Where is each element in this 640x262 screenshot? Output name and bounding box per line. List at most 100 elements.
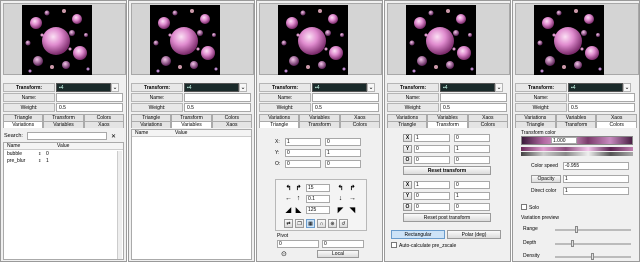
affine-label-y[interactable]: Y <box>403 145 412 153</box>
pivot-y[interactable]: 0 <box>322 240 364 248</box>
rotate-left-alt-icon[interactable]: ↰ <box>336 183 345 192</box>
transform-select[interactable]: ▪ 4 <box>184 83 239 92</box>
tab-colors[interactable]: Colors <box>83 114 124 121</box>
tab-variables[interactable]: Variables <box>299 114 340 121</box>
tab-triangle[interactable]: Triangle <box>515 121 556 128</box>
transform-color-swatch[interactable] <box>521 136 633 145</box>
tab-xaos[interactable]: Xaos <box>211 121 252 128</box>
tab-triangle[interactable]: Triangle <box>131 114 172 121</box>
name-field[interactable] <box>440 93 507 102</box>
affine-label-o[interactable]: O <box>403 156 412 164</box>
coord-y-a[interactable]: 0 <box>285 149 321 157</box>
rotate-left-icon[interactable]: ↰ <box>284 183 293 192</box>
post-o-b[interactable]: 0 <box>454 203 490 211</box>
post-x-a[interactable]: 1 <box>414 181 450 189</box>
magnet-icon[interactable]: ∩ <box>317 219 326 228</box>
tab-xaos[interactable]: Xaos <box>339 114 380 121</box>
tab-variables[interactable]: Variables <box>427 114 468 121</box>
weight-field[interactable]: 0.5 <box>568 103 635 112</box>
depth-slider-knob[interactable] <box>571 240 574 247</box>
direct-color-field[interactable]: 1 <box>563 187 629 195</box>
chevron-down-icon[interactable]: ⌄ <box>239 83 247 92</box>
tab-variables[interactable]: Variables <box>171 121 212 128</box>
auto-calc-checkbox[interactable] <box>391 242 397 248</box>
tab-variations[interactable]: Variations <box>387 114 428 121</box>
affine-y-a[interactable]: 0 <box>414 145 450 153</box>
flip-icon[interactable]: ⇄ <box>284 219 293 228</box>
tab-xaos[interactable]: Xaos <box>467 114 508 121</box>
column-header-name[interactable]: Name <box>4 143 54 149</box>
post-label-y[interactable]: Y <box>403 192 412 200</box>
tab-triangle[interactable]: Triangle <box>3 114 44 121</box>
post-o-a[interactable]: 0 <box>414 203 450 211</box>
column-header-value[interactable]: Value <box>172 130 232 136</box>
affine-y-b[interactable]: 1 <box>454 145 490 153</box>
weight-field[interactable]: 0.5 <box>312 103 379 112</box>
transform-select[interactable]: ▪ 4 <box>312 83 367 92</box>
post-label-x[interactable]: X <box>403 181 412 189</box>
tab-variables[interactable]: Variables <box>555 114 597 121</box>
chevron-down-icon[interactable]: ⌄ <box>495 83 503 92</box>
scale-down-icon[interactable]: ◢ <box>284 205 293 214</box>
tab-transform[interactable]: Transform <box>427 121 468 128</box>
move-right-icon[interactable]: → <box>348 194 357 203</box>
grid-icon[interactable]: ▦ <box>306 219 315 228</box>
row-value[interactable]: 1 <box>46 158 106 164</box>
color-speed-field[interactable]: -0.955 <box>563 162 629 170</box>
table-row[interactable]: pre_blur ⇕ 1 <box>4 157 123 164</box>
column-header-name[interactable]: Name <box>132 130 172 136</box>
name-field[interactable] <box>184 93 251 102</box>
tab-xaos[interactable]: Xaos <box>596 114 638 121</box>
scale-value[interactable]: 125 <box>306 206 330 214</box>
move-down-icon[interactable]: ↓ <box>336 194 345 203</box>
rotate-right-alt-icon[interactable]: ↱ <box>348 183 357 192</box>
coord-x-b[interactable]: 0 <box>325 138 361 146</box>
tab-variations[interactable]: Variations <box>131 121 172 128</box>
palette-strip[interactable] <box>521 147 633 151</box>
polar-toggle[interactable]: Polar (deg) <box>447 230 501 239</box>
tab-variables[interactable]: Variables <box>43 121 84 128</box>
coord-x-a[interactable]: 1 <box>285 138 321 146</box>
scale-up-alt-icon[interactable]: ◥ <box>348 205 357 214</box>
transform-select[interactable]: ▪ 4 <box>56 83 111 92</box>
move-left-icon[interactable]: ← <box>284 194 293 203</box>
weight-field[interactable]: 0.5 <box>440 103 507 112</box>
opacity-label[interactable]: Opacity <box>531 175 561 183</box>
reset-transform-button[interactable]: Reset transform <box>403 166 491 175</box>
chevron-down-icon[interactable]: ⌄ <box>623 83 631 92</box>
name-field[interactable] <box>568 93 635 102</box>
transform-select[interactable]: ▪ 4 <box>440 83 495 92</box>
affine-x-a[interactable]: 1 <box>414 134 450 142</box>
coord-o-a[interactable]: 0 <box>285 160 321 168</box>
vertical-scrollbar[interactable] <box>117 151 122 259</box>
density-slider-knob[interactable] <box>591 253 594 260</box>
tab-xaos[interactable]: Xaos <box>83 121 124 128</box>
post-y-a[interactable]: 0 <box>414 192 450 200</box>
weight-field[interactable]: 0.5 <box>56 103 123 112</box>
chevron-down-icon[interactable]: ⌄ <box>367 83 375 92</box>
rectangular-toggle[interactable]: Rectangular <box>391 230 445 239</box>
post-y-b[interactable]: 1 <box>454 192 490 200</box>
tab-colors[interactable]: Colors <box>211 114 252 121</box>
tab-variations[interactable]: Variations <box>3 121 44 128</box>
rotate-value[interactable]: 15 <box>306 184 330 192</box>
range-slider-knob[interactable] <box>575 226 578 233</box>
affine-x-b[interactable]: 0 <box>454 134 490 142</box>
transform-color-value[interactable]: 1.000 <box>551 137 577 144</box>
opacity-field[interactable]: 1 <box>563 175 629 183</box>
range-slider[interactable] <box>555 229 631 231</box>
tab-colors[interactable]: Colors <box>596 121 638 128</box>
tab-triangle[interactable]: Triangle <box>387 121 428 128</box>
close-icon[interactable]: ✕ <box>111 133 116 140</box>
pivot-icon[interactable]: ⊕ <box>328 219 337 228</box>
tab-triangle[interactable]: Triangle <box>259 121 300 128</box>
reset-post-transform-button[interactable]: Reset post transform <box>403 213 491 222</box>
column-header-value[interactable]: Value <box>54 143 114 149</box>
affine-o-b[interactable]: 0 <box>454 156 490 164</box>
post-label-o[interactable]: O <box>403 203 412 211</box>
weight-field[interactable]: 0.5 <box>184 103 251 112</box>
coord-o-b[interactable]: 0 <box>325 160 361 168</box>
scale-down-alt-icon[interactable]: ◤ <box>336 205 345 214</box>
name-field[interactable] <box>312 93 379 102</box>
depth-slider[interactable] <box>555 243 631 245</box>
